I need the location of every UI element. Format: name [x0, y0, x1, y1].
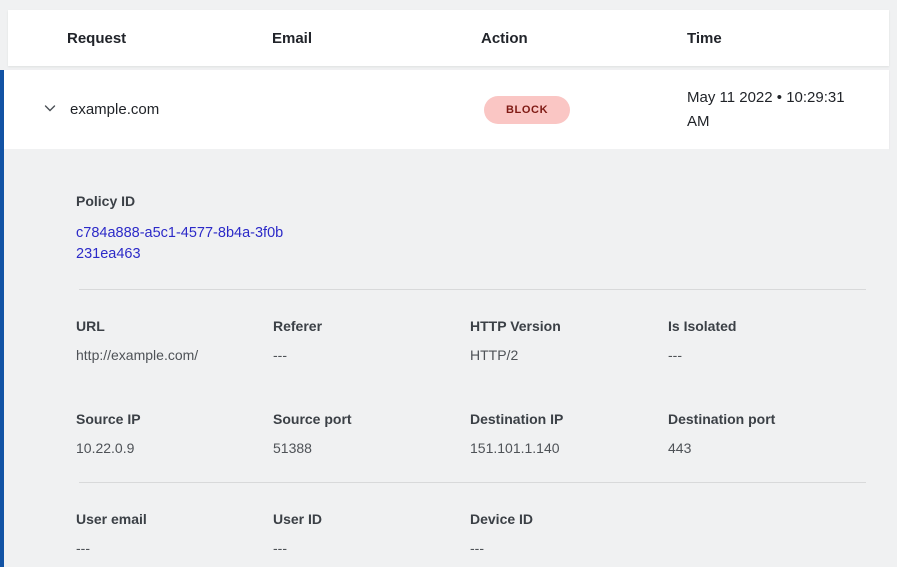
field-referer: Referer ---: [273, 316, 470, 365]
expanded-log-entry: example.com BLOCK May 11 2022 • 10:29:31…: [0, 70, 889, 567]
field-destination-port: Destination port 443: [668, 409, 866, 458]
time-cell: May 11 2022 • 10:29:31 AM: [687, 86, 869, 134]
policy-id-link[interactable]: c784a888-a5c1-4577-8b4a-3f0b231ea463: [76, 223, 286, 265]
column-header-time: Time: [687, 30, 889, 47]
action-cell: BLOCK: [481, 96, 687, 124]
policy-id-label: Policy ID: [76, 191, 866, 211]
column-header-request: Request: [67, 30, 272, 47]
field-source-ip: Source IP 10.22.0.9: [76, 409, 273, 458]
column-header-action: Action: [481, 30, 687, 47]
field-empty: [668, 509, 866, 558]
divider: [79, 289, 866, 290]
field-source-port: Source port 51388: [273, 409, 470, 458]
field-destination-ip: Destination IP 151.101.1.140: [470, 409, 668, 458]
field-group-user: User email --- User ID --- Device ID ---: [76, 509, 866, 558]
request-domain: example.com: [70, 101, 159, 118]
field-is-isolated: Is Isolated ---: [668, 316, 866, 365]
table-header: Request Email Action Time: [8, 10, 889, 66]
field-group-http: URL http://example.com/ Referer --- HTTP…: [76, 316, 866, 365]
log-row[interactable]: example.com BLOCK May 11 2022 • 10:29:31…: [4, 70, 889, 149]
field-group-network: Source IP 10.22.0.9 Source port 51388 De…: [76, 409, 866, 458]
divider: [79, 482, 866, 483]
field-user-id: User ID ---: [273, 509, 470, 558]
field-device-id: Device ID ---: [470, 509, 668, 558]
chevron-down-icon: [42, 100, 58, 119]
request-cell: example.com: [42, 101, 272, 118]
gateway-logs-page: Request Email Action Time example.com BL…: [0, 10, 897, 567]
collapse-row-button[interactable]: [42, 102, 58, 118]
field-user-email: User email ---: [76, 509, 273, 558]
field-policy-id: Policy ID c784a888-a5c1-4577-8b4a-3f0b23…: [76, 191, 866, 265]
field-http-version: HTTP Version HTTP/2: [470, 316, 668, 365]
column-header-email: Email: [272, 30, 481, 47]
log-details-panel: Policy ID c784a888-a5c1-4577-8b4a-3f0b23…: [4, 149, 889, 567]
field-url: URL http://example.com/: [76, 316, 273, 365]
block-action-badge: BLOCK: [484, 96, 570, 124]
